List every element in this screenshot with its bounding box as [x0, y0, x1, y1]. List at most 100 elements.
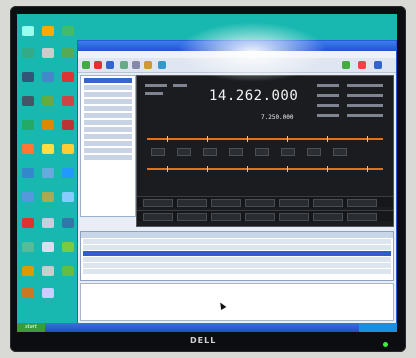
radio-button[interactable]: [313, 213, 343, 221]
toolbar-icon[interactable]: [106, 61, 114, 69]
desktop-icon[interactable]: [62, 266, 74, 276]
desktop-icon[interactable]: [42, 242, 54, 252]
toolbar-icon[interactable]: [374, 61, 382, 69]
desktop-icon[interactable]: [62, 26, 74, 36]
desktop-icon[interactable]: [22, 218, 34, 228]
table-row[interactable]: [83, 245, 391, 250]
desktop-icon[interactable]: [22, 72, 34, 82]
desktop-icon[interactable]: [42, 26, 54, 36]
window-menubar[interactable]: [78, 51, 396, 58]
desktop-icon[interactable]: [22, 120, 34, 130]
desktop-icon[interactable]: [42, 168, 54, 178]
desktop-icon[interactable]: [22, 242, 34, 252]
table-row[interactable]: [83, 263, 391, 268]
tree-item[interactable]: [84, 134, 132, 139]
desktop-icon[interactable]: [22, 144, 34, 154]
radio-button[interactable]: [143, 199, 173, 207]
scale-button[interactable]: [203, 148, 217, 156]
taskbar: start: [17, 323, 397, 332]
tuning-scale-upper[interactable]: [147, 136, 383, 142]
desktop-icon[interactable]: [22, 288, 34, 298]
contact-log-table[interactable]: [80, 231, 394, 281]
radio-button[interactable]: [347, 213, 377, 221]
scale-tick: [327, 166, 328, 172]
tree-item[interactable]: [84, 127, 132, 132]
toolbar-icon[interactable]: [158, 61, 166, 69]
tree-item[interactable]: [84, 106, 132, 111]
desktop-icon[interactable]: [42, 266, 54, 276]
desktop-icon[interactable]: [62, 120, 74, 130]
scale-button[interactable]: [177, 148, 191, 156]
radio-button[interactable]: [177, 199, 207, 207]
desktop-icon[interactable]: [42, 192, 54, 202]
toolbar-icon[interactable]: [144, 61, 152, 69]
toolbar-icon[interactable]: [94, 61, 102, 69]
scale-tick: [327, 136, 328, 142]
tree-item[interactable]: [84, 113, 132, 118]
radio-button[interactable]: [245, 199, 275, 207]
desktop-icon[interactable]: [62, 96, 74, 106]
desktop-icon[interactable]: [62, 72, 74, 82]
folder-tree-panel[interactable]: [80, 75, 136, 217]
scale-button[interactable]: [281, 148, 295, 156]
scale-button[interactable]: [307, 148, 321, 156]
tuning-scale-lower[interactable]: [147, 166, 383, 172]
radio-button[interactable]: [143, 213, 173, 221]
scale-button[interactable]: [151, 148, 165, 156]
tree-item[interactable]: [84, 120, 132, 125]
scale-tick: [247, 136, 248, 142]
tree-item[interactable]: [84, 99, 132, 104]
radio-button[interactable]: [313, 199, 343, 207]
tree-item[interactable]: [84, 141, 132, 146]
desktop-icon[interactable]: [42, 48, 54, 58]
desktop-icon[interactable]: [42, 72, 54, 82]
desktop-icon[interactable]: [62, 48, 74, 58]
desktop-icon[interactable]: [22, 168, 34, 178]
tree-item[interactable]: [84, 155, 132, 160]
desktop-icon[interactable]: [22, 96, 34, 106]
desktop-icon[interactable]: [62, 242, 74, 252]
table-row[interactable]: [83, 239, 391, 244]
toolbar-icon[interactable]: [82, 61, 90, 69]
radio-button[interactable]: [347, 199, 377, 207]
desktop-icon[interactable]: [42, 218, 54, 228]
desktop-icon[interactable]: [42, 288, 54, 298]
desktop-icon[interactable]: [42, 120, 54, 130]
desktop-icon[interactable]: [62, 192, 74, 202]
desktop-icon[interactable]: [22, 192, 34, 202]
scale-button[interactable]: [333, 148, 347, 156]
toolbar-icon[interactable]: [342, 61, 350, 69]
radio-button-row: [137, 210, 393, 221]
toolbar-icon[interactable]: [132, 61, 140, 69]
start-button[interactable]: start: [17, 323, 45, 332]
bottom-pane[interactable]: [80, 283, 394, 321]
table-row[interactable]: [83, 269, 391, 274]
table-row[interactable]: [83, 257, 391, 262]
desktop-icon[interactable]: [22, 266, 34, 276]
scale-button[interactable]: [229, 148, 243, 156]
desktop-icon[interactable]: [62, 218, 74, 228]
desktop-icon[interactable]: [42, 144, 54, 154]
desktop-icon[interactable]: [42, 96, 54, 106]
radio-button[interactable]: [211, 213, 241, 221]
tree-item[interactable]: [84, 148, 132, 153]
window-titlebar[interactable]: [78, 41, 396, 51]
desktop-icon[interactable]: [22, 48, 34, 58]
table-row[interactable]: [83, 251, 391, 256]
tree-item[interactable]: [84, 85, 132, 90]
radio-button[interactable]: [245, 213, 275, 221]
radio-button[interactable]: [211, 199, 241, 207]
toolbar-icon[interactable]: [358, 61, 366, 69]
system-tray-clock[interactable]: [359, 323, 397, 332]
radio-button[interactable]: [177, 213, 207, 221]
toolbar-icon[interactable]: [120, 61, 128, 69]
tree-item[interactable]: [84, 92, 132, 97]
radio-button[interactable]: [279, 213, 309, 221]
meter-readout: [317, 104, 339, 107]
scale-button[interactable]: [255, 148, 269, 156]
radio-button[interactable]: [279, 199, 309, 207]
desktop-icon[interactable]: [62, 144, 74, 154]
tree-item[interactable]: [84, 78, 132, 83]
desktop-icon[interactable]: [22, 26, 34, 36]
desktop-icon[interactable]: [62, 168, 74, 178]
